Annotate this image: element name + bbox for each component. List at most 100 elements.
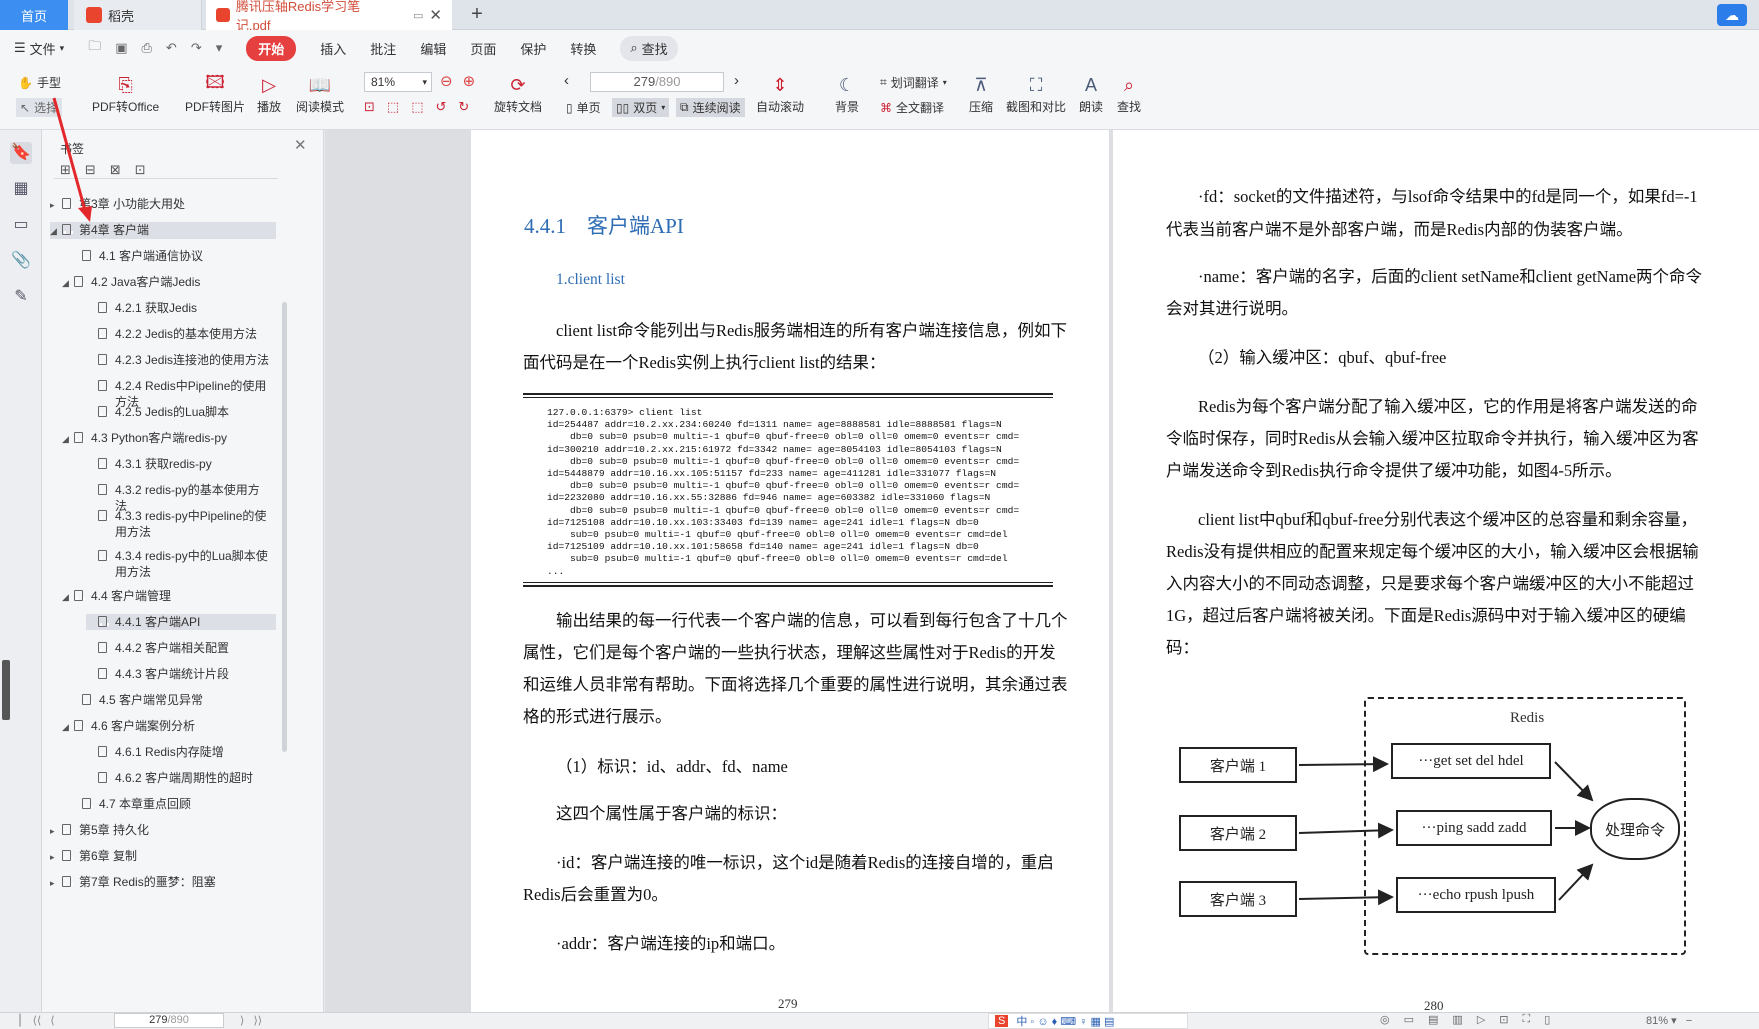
actual-size-icon[interactable]: ⊡ (364, 99, 375, 115)
status-page-input[interactable]: 279/890 (114, 1013, 224, 1028)
menu-page[interactable]: 页面 (470, 39, 496, 58)
open-folder-icon[interactable]: 🗀 (88, 37, 101, 59)
bookmark-item[interactable]: ◢ 4.2 Java客户端Jedis (62, 274, 276, 291)
tab-document[interactable]: 腾讯压轴Redis学习笔记.pdf ▭ ✕ (206, 0, 452, 33)
hand-tool-button[interactable]: ✋ 手型 (18, 74, 61, 91)
bookmark-item[interactable]: ◢ 4.3 Python客户端redis-py (62, 430, 276, 447)
menu-protect[interactable]: 保护 (520, 39, 546, 58)
status-fit-icon[interactable]: ⊡ (1499, 1013, 1508, 1026)
bookmark-item[interactable]: ◢ 4.4 客户端管理 (62, 588, 276, 605)
status-double-icon[interactable]: ▥ (1452, 1013, 1462, 1026)
read-mode-button[interactable]: 📖 阅读模式 (296, 72, 344, 115)
full-translate-button[interactable]: ⌘ 全文翻译 (880, 99, 944, 116)
bookmark-item[interactable]: 4.4.2 客户端相关配置 (86, 640, 276, 656)
bookmark-item[interactable]: ▸ 第5章 持久化 (50, 822, 276, 839)
bookmark-item[interactable]: 4.4.3 客户端统计片段 (86, 666, 276, 682)
status-play-icon[interactable]: ▷ (1477, 1013, 1485, 1026)
status-nav-next[interactable]: ⟩ ⟩⟩ (240, 1014, 262, 1027)
menu-annotate[interactable]: 批注 (370, 39, 396, 58)
expand-toggle-icon[interactable]: ▸ (50, 875, 62, 891)
bookmark-item[interactable]: ▸ 第6章 复制 (50, 848, 276, 865)
eye-icon[interactable]: ◎ (1380, 1013, 1390, 1026)
expand-toggle-icon[interactable]: ◢ (62, 275, 74, 291)
thumbnail-icon[interactable]: ▦ (10, 178, 32, 200)
bookmark-item[interactable]: 4.2.2 Jedis的基本使用方法 (86, 326, 276, 342)
find-button[interactable]: ⌕ 查找 (1116, 72, 1142, 115)
bookmark-item[interactable]: ▸ 第7章 Redis的噩梦：阻塞 (50, 874, 276, 891)
menu-search[interactable]: ⌕ 查找 (620, 35, 678, 61)
pdf-to-image-button[interactable]: 🖾 PDF转图片 (185, 72, 245, 115)
zoom-select[interactable]: 81% ▾ (364, 72, 432, 92)
bookmark-item[interactable]: 4.5 客户端常见异常 (70, 692, 276, 708)
word-translate-button[interactable]: ⌗ 划词翻译 ▾ (880, 74, 947, 91)
double-page-button[interactable]: ▯▯ 双页 ▾ (612, 98, 670, 117)
bookmark-item[interactable]: 4.3.3 redis-py中Pipeline的使用方法 (86, 508, 276, 540)
play-button[interactable]: ▷ 播放 (256, 72, 282, 115)
expand-toggle-icon[interactable]: ◢ (62, 719, 74, 735)
menu-insert[interactable]: 插入 (320, 39, 346, 58)
bookmark-item[interactable]: 4.7 本章重点回顾 (70, 796, 276, 812)
comment-icon[interactable]: ▭ (10, 214, 32, 236)
bookmark-item[interactable]: 4.2.5 Jedis的Lua脚本 (86, 404, 276, 420)
status-continuous-icon[interactable]: ▤ (1428, 1013, 1438, 1026)
bookmark-panel-icon[interactable]: 🔖 (10, 142, 32, 164)
save-icon[interactable]: ▣ (115, 40, 127, 56)
auto-scroll-button[interactable]: ⇕ 自动滚动 (756, 72, 804, 115)
new-tab-button[interactable]: + (466, 4, 488, 26)
cloud-icon[interactable]: ☁ (1717, 4, 1747, 26)
next-page-icon[interactable]: › (734, 72, 739, 89)
tab-daoke[interactable]: 稻壳 (74, 0, 202, 30)
expand-toggle-icon[interactable]: ◢ (62, 589, 74, 605)
rotate-document-button[interactable]: ⟳ 旋转文档 (494, 72, 542, 115)
pdf-to-office-button[interactable]: ⎘ PDF转Office (92, 72, 159, 115)
redo-icon[interactable]: ↷ (191, 40, 202, 56)
bookmark-item[interactable]: 4.3.1 获取redis-py (86, 456, 276, 472)
attachment-icon[interactable]: 📎 (10, 250, 32, 272)
menu-edit[interactable]: 编辑 (420, 39, 446, 58)
bookmark-item[interactable]: ◢ 4.6 客户端案例分析 (62, 718, 276, 735)
rotate-right-icon[interactable]: ↻ (458, 99, 469, 115)
window-mode-icon[interactable]: ▭ (413, 9, 423, 22)
status-page-icon[interactable]: ▯ (1544, 1013, 1550, 1026)
tab-home[interactable]: 首页 (0, 0, 68, 30)
more-icon[interactable]: ▾ (216, 40, 223, 56)
zoom-out-icon[interactable]: ⊖ (440, 72, 453, 90)
print-icon[interactable]: ⎙ (142, 40, 152, 56)
close-panel-icon[interactable]: ✕ (294, 136, 307, 154)
bookmark-item[interactable]: 4.2.3 Jedis连接池的使用方法 (86, 352, 276, 368)
bookmark-item[interactable]: 4.6.2 客户端周期性的超时 (86, 770, 276, 786)
menu-start[interactable]: 开始 (246, 35, 297, 61)
bookmark-item[interactable]: 4.6.1 Redis内存陡增 (86, 744, 276, 760)
expand-toggle-icon[interactable]: ▸ (50, 849, 62, 865)
menu-convert[interactable]: 转换 (570, 39, 596, 58)
bookmark-item[interactable]: 4.3.4 redis-py中的Lua脚本使用方法 (86, 548, 276, 580)
bookmark-item[interactable]: 4.2.1 获取Jedis (86, 300, 276, 316)
page-number-input[interactable]: 279/890 (590, 72, 724, 92)
panel-scrollbar[interactable] (282, 302, 287, 752)
bookmark-icon[interactable]: ⊡ (135, 162, 146, 178)
compress-button[interactable]: ⊼ 压缩 (968, 72, 994, 115)
read-aloud-button[interactable]: A 朗读 (1078, 72, 1104, 115)
close-tab-icon[interactable]: ✕ (429, 6, 442, 24)
status-fullscreen-icon[interactable]: ⛶ (1523, 1013, 1531, 1026)
ime-toolbar[interactable]: S 中 ◦ ☺ ♦ ⌨ ♀ ▦ ▤ (988, 1013, 1188, 1029)
status-zoom[interactable]: 81% ▾ − (1646, 1014, 1692, 1027)
status-single-icon[interactable]: ▭ (1404, 1013, 1414, 1026)
expand-toggle-icon[interactable]: ◢ (62, 431, 74, 447)
undo-icon[interactable]: ↶ (166, 40, 177, 56)
prev-page-icon[interactable]: ‹ (564, 72, 569, 89)
fit-width-icon[interactable]: ⬚ (411, 99, 423, 115)
continuous-read-button[interactable]: ⧉ 连续阅读 (676, 98, 745, 117)
add-bookmark-icon[interactable]: ⊠ (110, 162, 121, 178)
signature-icon[interactable]: ✎ (10, 286, 32, 308)
menu-file[interactable]: ☰ 文件 ▾ (14, 39, 64, 58)
zoom-in-icon[interactable]: ⊕ (463, 72, 476, 90)
screenshot-compare-button[interactable]: ⛶ 截图和对比 (1006, 72, 1066, 115)
bookmark-item[interactable]: 4.1 客户端通信协议 (70, 248, 276, 264)
rotate-left-icon[interactable]: ↺ (436, 99, 447, 115)
bookmark-item[interactable]: 4.4.1 客户端API (86, 614, 276, 630)
background-button[interactable]: ☾ 背景 (834, 72, 860, 115)
side-handle[interactable] (2, 660, 10, 720)
expand-toggle-icon[interactable]: ▸ (50, 823, 62, 839)
fit-page-icon[interactable]: ⬚ (387, 99, 399, 115)
